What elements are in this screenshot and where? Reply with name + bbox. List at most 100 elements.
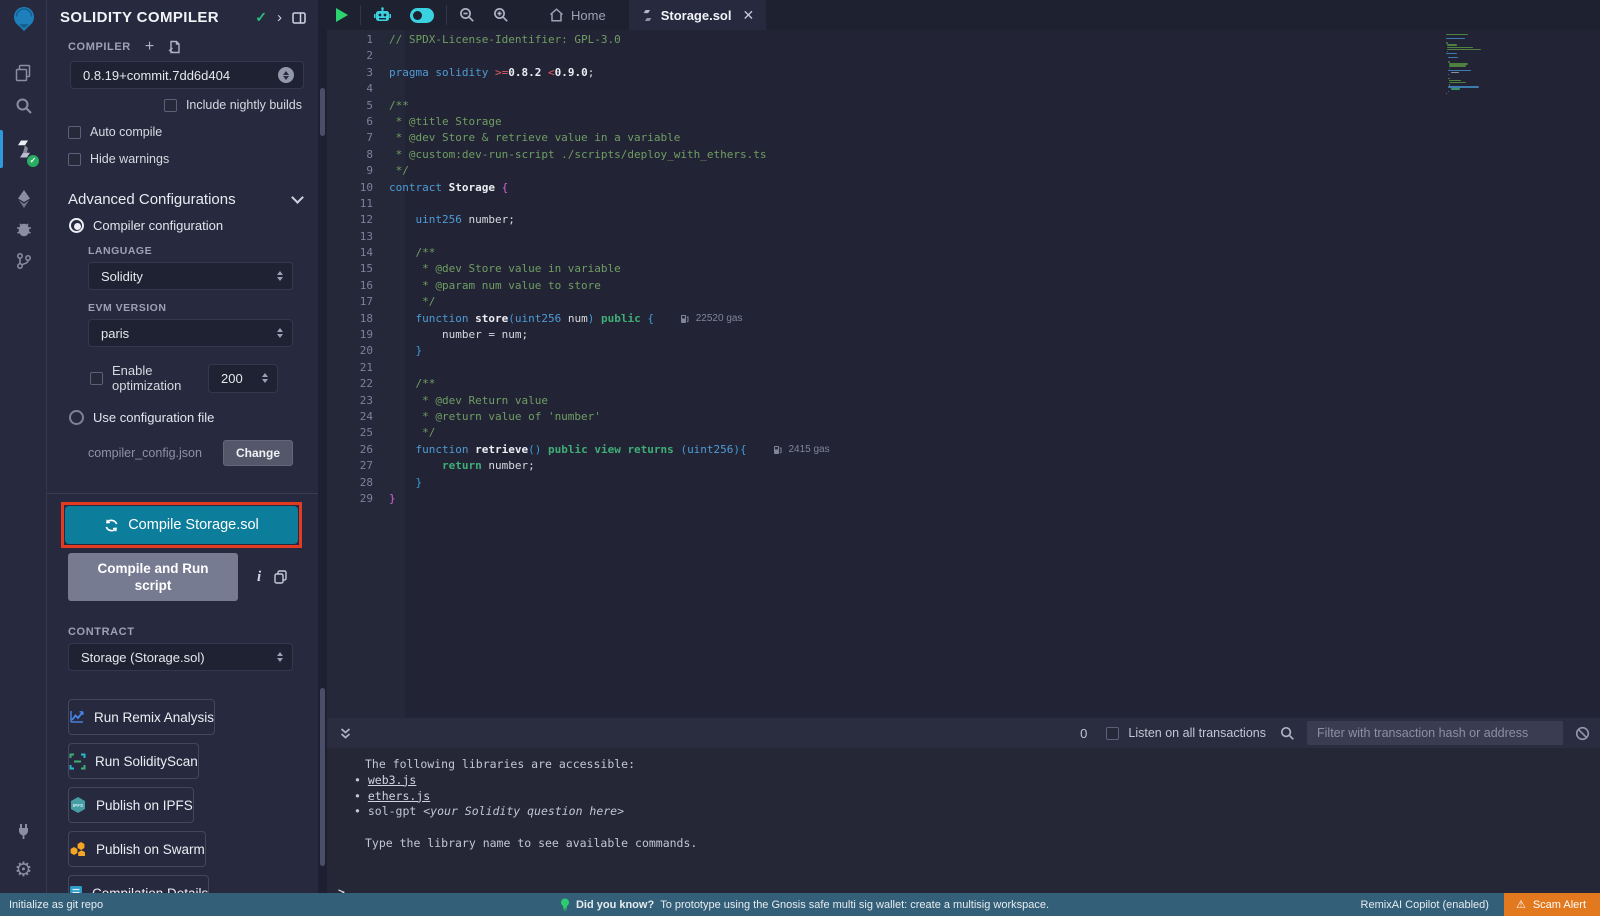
code-line[interactable]: 19 number = num; — [327, 327, 1600, 343]
run-remix-analysis-button[interactable]: Run Remix Analysis — [68, 699, 215, 735]
scam-alert-button[interactable]: ⚠ Scam Alert — [1504, 893, 1600, 916]
status-bar: Initialize as git repo Did you know? To … — [0, 893, 1600, 916]
code-line[interactable]: 16 * @param num value to store — [327, 278, 1600, 294]
plugin-manager-icon[interactable] — [0, 816, 47, 846]
compiler-configuration-radio[interactable] — [69, 218, 84, 233]
code-line[interactable]: 11 — [327, 196, 1600, 212]
chevron-right-icon[interactable]: › — [277, 9, 282, 26]
code-line[interactable]: 6 * @title Storage — [327, 114, 1600, 130]
minimap[interactable] — [1446, 34, 1541, 95]
git-icon[interactable] — [0, 246, 47, 276]
code-line[interactable]: 28 } — [327, 475, 1600, 491]
code-line[interactable]: 4 — [327, 81, 1600, 97]
tab-storage-sol[interactable]: Storage.sol ✕ — [629, 0, 767, 30]
debugger-icon[interactable] — [0, 214, 47, 244]
code-line[interactable]: 3pragma solidity >=0.8.2 <0.9.0; — [327, 65, 1600, 81]
advanced-configurations-header[interactable]: Advanced Configurations — [68, 191, 302, 208]
transaction-filter-input[interactable] — [1307, 721, 1563, 745]
include-nightly-checkbox[interactable] — [164, 99, 177, 112]
tab-home[interactable]: Home — [540, 0, 615, 30]
code-line[interactable]: 14 /** — [327, 245, 1600, 261]
auto-compile-checkbox[interactable] — [68, 126, 81, 139]
line-number: 26 — [327, 442, 373, 458]
code-line[interactable]: 18 function store(uint256 num) public { … — [327, 311, 1600, 327]
hide-warnings-checkbox[interactable] — [68, 153, 81, 166]
use-configuration-file-radio[interactable] — [69, 410, 84, 425]
select-arrows-icon — [277, 328, 283, 338]
code-line[interactable]: 13 — [327, 229, 1600, 245]
code-line[interactable]: 15 * @dev Store value in variable — [327, 261, 1600, 277]
library-link[interactable]: web3.js — [368, 773, 416, 787]
copilot-toggle[interactable] — [401, 0, 443, 30]
code-line[interactable]: 22 /** — [327, 376, 1600, 392]
solidity-compiler-icon[interactable]: ✓ — [0, 134, 47, 164]
copy-icon[interactable] — [274, 570, 287, 584]
run-script-button[interactable] — [327, 0, 357, 30]
config-file-name[interactable]: compiler_config.json — [88, 446, 202, 460]
search-icon[interactable] — [0, 91, 47, 121]
panel-scrollbar-thumb[interactable] — [320, 688, 325, 866]
file-explorer-icon[interactable] — [0, 58, 47, 88]
copilot-status[interactable]: RemixAI Copilot (enabled) — [1361, 899, 1489, 911]
line-number: 19 — [327, 327, 373, 343]
code-line[interactable]: 2 — [327, 48, 1600, 64]
compilation-details-button[interactable]: Compilation Details — [68, 875, 209, 893]
code-line[interactable]: 17 */ — [327, 294, 1600, 310]
publish-on-ipfs-button[interactable]: IPFSPublish on IPFS — [68, 787, 194, 823]
expand-terminal-icon[interactable] — [339, 727, 352, 740]
code-line[interactable]: 24 * @return value of 'number' — [327, 409, 1600, 425]
publish-on-swarm-button[interactable]: Publish on Swarm — [68, 831, 206, 867]
library-link[interactable]: ethers.js — [368, 789, 430, 803]
remix-logo[interactable] — [0, 6, 47, 36]
code-line[interactable]: 5/** — [327, 98, 1600, 114]
contract-select[interactable]: Storage (Storage.sol) — [68, 643, 293, 671]
code-line[interactable]: 12 uint256 number; — [327, 212, 1600, 228]
change-config-button[interactable]: Change — [223, 440, 293, 466]
close-tab-icon[interactable]: ✕ — [742, 7, 754, 24]
compile-success-badge: ✓ — [27, 155, 39, 167]
compiler-version-select[interactable]: 0.8.19+commit.7dd6d404 — [70, 61, 304, 89]
code-line[interactable]: 10contract Storage { — [327, 180, 1600, 196]
settings-icon[interactable]: ⚙ — [0, 854, 47, 884]
panel-resize-divider[interactable] — [318, 0, 327, 893]
clear-filter-icon[interactable] — [1575, 726, 1590, 741]
language-select[interactable]: Solidity — [88, 262, 293, 290]
add-compiler-icon[interactable]: + — [145, 42, 154, 52]
line-number: 18 — [327, 311, 373, 327]
code-line[interactable]: 1// SPDX-License-Identifier: GPL-3.0 — [327, 32, 1600, 48]
code-line[interactable]: 20 } — [327, 343, 1600, 359]
deploy-run-icon[interactable] — [0, 184, 47, 214]
solidity-compiler-panel: SOLIDITY COMPILER ✓ › COMPILER + 0.8.19+… — [47, 0, 318, 893]
open-file-icon[interactable] — [168, 40, 182, 54]
info-icon[interactable]: i — [257, 569, 261, 586]
code-line[interactable]: 21 — [327, 360, 1600, 376]
terminal-output[interactable]: The following libraries are accessible:•… — [327, 748, 1600, 893]
code-line[interactable]: 29} — [327, 491, 1600, 507]
compile-button[interactable]: Compile Storage.sol — [65, 506, 298, 544]
compile-and-run-button[interactable]: Compile and Run script — [68, 553, 238, 601]
panel-scrollbar-thumb[interactable] — [320, 88, 325, 136]
details-doc-icon — [69, 885, 83, 893]
line-number: 20 — [327, 343, 373, 359]
evm-version-select[interactable]: paris — [88, 319, 293, 347]
optimization-runs-input[interactable]: 200 — [208, 364, 278, 393]
listen-transactions-label: Listen on all transactions — [1128, 726, 1266, 740]
remix-ai-button[interactable] — [364, 0, 401, 30]
code-editor[interactable]: 1// SPDX-License-Identifier: GPL-3.023pr… — [327, 30, 1600, 718]
run-solidityscan-button[interactable]: Run SolidityScan — [68, 743, 199, 779]
listen-transactions-checkbox[interactable] — [1106, 727, 1119, 740]
terminal-header: 0 Listen on all transactions — [327, 718, 1600, 748]
pin-panel-icon[interactable] — [292, 12, 306, 24]
code-line[interactable]: 8 * @custom:dev-run-script ./scripts/dep… — [327, 147, 1600, 163]
code-line[interactable]: 7 * @dev Store & retrieve value in a var… — [327, 130, 1600, 146]
git-init-button[interactable]: Initialize as git repo — [0, 899, 560, 911]
code-line[interactable]: 9 */ — [327, 163, 1600, 179]
zoom-out-button[interactable] — [450, 0, 484, 30]
code-line[interactable]: 23 * @dev Return value — [327, 393, 1600, 409]
zoom-in-button[interactable] — [484, 0, 518, 30]
code-line[interactable]: 27 return number; — [327, 458, 1600, 474]
code-line[interactable]: 26 function retrieve() public view retur… — [327, 442, 1600, 458]
code-line[interactable]: 25 */ — [327, 425, 1600, 441]
enable-optimization-checkbox[interactable] — [90, 372, 103, 385]
robot-icon — [373, 7, 392, 24]
